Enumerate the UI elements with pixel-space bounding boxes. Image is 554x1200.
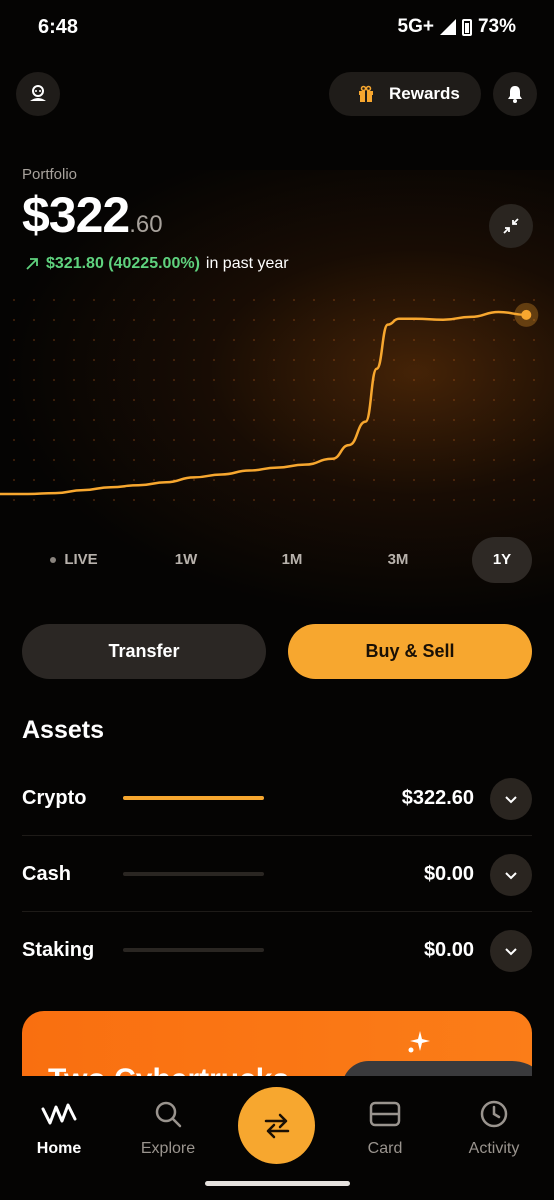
search-icon: [155, 1101, 182, 1128]
range-live-label: LIVE: [64, 551, 98, 568]
asset-share-bar: [123, 948, 264, 952]
range-1y[interactable]: 1Y: [472, 537, 532, 583]
asset-row-cash[interactable]: Cash $0.00: [22, 836, 532, 912]
nav-home[interactable]: Home: [14, 1096, 104, 1158]
range-3m[interactable]: 3M: [368, 537, 428, 583]
portfolio-label: Portfolio: [22, 166, 78, 183]
nav-home-label: Home: [36, 1140, 82, 1157]
collapse-icon: [503, 218, 519, 234]
range-1w[interactable]: 1W: [156, 537, 216, 583]
rewards-button[interactable]: Rewards: [329, 72, 481, 116]
asset-share-bar: [123, 872, 264, 876]
range-live[interactable]: LIVE: [34, 537, 114, 583]
range-1m[interactable]: 1M: [262, 537, 322, 583]
signal-icon: [439, 19, 456, 35]
transfer-button[interactable]: Transfer: [22, 624, 266, 679]
portfolio-value: $322.60: [22, 186, 163, 244]
assets-title: Assets: [22, 716, 104, 744]
status-time: 6:48: [38, 16, 79, 38]
chevron-down-icon: [505, 872, 517, 880]
asset-share-bar: [123, 796, 264, 800]
home-indicator: [205, 1181, 350, 1186]
pulse-icon: [41, 1103, 77, 1125]
swap-arrows-icon: [264, 1113, 289, 1138]
change-suffix: in past year: [205, 255, 289, 272]
rewards-label: Rewards: [389, 84, 460, 103]
swap-button[interactable]: [238, 1087, 315, 1164]
asset-name: Cash: [22, 863, 71, 885]
portfolio-value-cents: .60: [129, 211, 163, 238]
nav-explore[interactable]: Explore: [123, 1096, 213, 1158]
card-icon: [369, 1101, 401, 1127]
arrow-up-right-icon: [26, 258, 38, 270]
portfolio-change: $321.80 (40225.00%) in past year: [24, 255, 289, 273]
asset-share-fill: [123, 796, 264, 800]
asset-value: $0.00: [423, 939, 474, 961]
chevron-down-icon: [505, 948, 517, 956]
profile-button[interactable]: [16, 72, 60, 116]
portfolio-chart[interactable]: [0, 280, 554, 520]
network-label: 5G+: [397, 16, 434, 37]
asset-value: $322.60: [401, 787, 474, 809]
promo-banner[interactable]: Two Cybertrucks: [22, 1011, 532, 1081]
nav-card[interactable]: Card: [340, 1096, 430, 1158]
nav-activity-label: Activity: [468, 1140, 520, 1157]
expand-cash-button[interactable]: [490, 854, 532, 896]
gift-icon: [359, 85, 373, 102]
status-indicators: 5G+ 73%: [398, 16, 516, 38]
expand-staking-button[interactable]: [490, 930, 532, 972]
portfolio-value-whole: $322: [22, 187, 130, 243]
profile-icon: [30, 85, 46, 101]
asset-row-staking[interactable]: Staking $0.00: [22, 912, 532, 988]
status-bar: 6:48 5G+ 73%: [0, 0, 554, 56]
clock-icon: [480, 1100, 508, 1128]
sparkle-icon: [408, 1031, 430, 1053]
chart-line-series: [0, 310, 527, 496]
asset-name: Staking: [22, 939, 95, 961]
collapse-chart-button[interactable]: [489, 204, 533, 248]
nav-card-label: Card: [367, 1140, 403, 1157]
nav-activity[interactable]: Activity: [449, 1096, 539, 1158]
time-range-selector: LIVE 1W 1M 3M 1Y: [0, 537, 554, 583]
nav-explore-label: Explore: [140, 1140, 196, 1157]
buy-sell-button[interactable]: Buy & Sell: [288, 624, 532, 679]
asset-name: Crypto: [22, 787, 87, 809]
chart-grid: [13, 299, 535, 501]
asset-row-crypto[interactable]: Crypto $322.60: [22, 760, 532, 836]
notifications-button[interactable]: [493, 72, 537, 116]
live-dot: [50, 557, 57, 564]
expand-crypto-button[interactable]: [490, 778, 532, 820]
change-amount: $321.80 (40225.00%): [46, 255, 200, 272]
chevron-down-icon: [505, 796, 517, 804]
bell-icon: [508, 86, 522, 103]
battery-icon: [461, 18, 472, 36]
chart-endpoint-dot: [521, 309, 532, 320]
asset-value: $0.00: [423, 863, 474, 885]
battery-percent: 73%: [477, 16, 516, 37]
